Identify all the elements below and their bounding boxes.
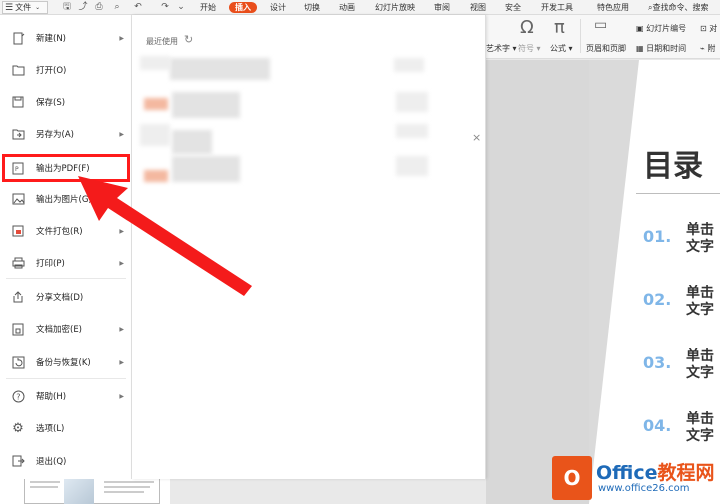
watermark: O Office教程网 www.office26.com [552, 456, 720, 504]
red-arrow-annotation [78, 176, 252, 296]
watermark-name-en: Office [596, 462, 658, 484]
office-logo-icon: O [552, 456, 592, 500]
red-arrow-icon [78, 176, 252, 296]
watermark-url: www.office26.com [598, 483, 690, 494]
watermark-name: Office教程网 [596, 458, 715, 485]
watermark-name-cn: 教程网 [657, 462, 715, 484]
